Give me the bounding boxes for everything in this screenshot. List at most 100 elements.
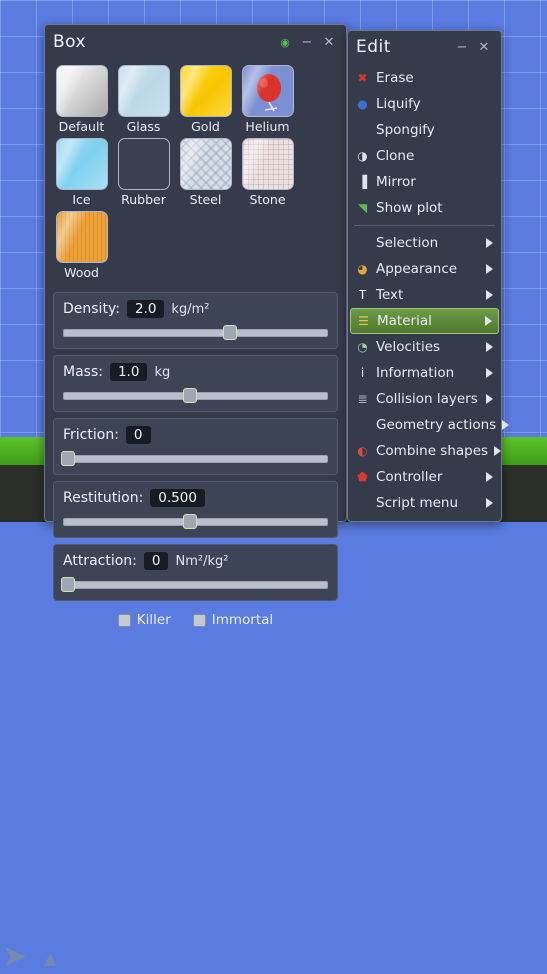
material-label: Glass	[126, 119, 161, 134]
wood-swatch-icon	[55, 211, 108, 263]
property-slider[interactable]	[61, 451, 328, 466]
slider-handle[interactable]	[222, 325, 237, 340]
flag-checkbox-row[interactable]: Killer Immortal	[45, 607, 346, 628]
minimize-button[interactable]: −	[298, 33, 316, 51]
menu-item-label: Collision layers	[376, 391, 478, 407]
menu-item-show-plot[interactable]: ◥ Show plot	[348, 195, 501, 221]
slider-track[interactable]	[63, 581, 328, 589]
slider-handle[interactable]	[183, 388, 198, 403]
checkbox-box-icon[interactable]	[192, 613, 206, 627]
slider-track[interactable]	[63, 329, 328, 337]
menu-item-velocities[interactable]: ◔ Velocities	[348, 334, 501, 360]
property-unit: kg/m²	[171, 301, 210, 317]
close-button[interactable]: ✕	[475, 38, 493, 56]
checkbox-box-icon[interactable]	[117, 613, 131, 627]
material-label: Ice	[72, 192, 91, 207]
property-slider[interactable]	[63, 388, 328, 403]
clone-icon: ◑	[357, 149, 368, 163]
play-arrow-icon[interactable]: ➤	[2, 939, 27, 974]
material-swatch-wood[interactable]: Wood	[55, 211, 108, 280]
minimize-button[interactable]: −	[453, 38, 471, 56]
material-swatch-default[interactable]: Default	[55, 65, 108, 134]
property-label: Mass:	[63, 364, 103, 380]
edit-menu-window[interactable]: Edit − ✕ ✖ Erase ● Liquify Spongify ◑ Clone ▐ Mi…	[347, 30, 510, 522]
stone-swatch-icon	[241, 138, 294, 190]
up-triangle-icon[interactable]: ▲	[44, 949, 56, 968]
property-restitution[interactable]: Restitution: 0.500	[53, 481, 338, 538]
box-window-titlebar[interactable]: Box ◉ − ✕	[45, 25, 346, 59]
property-slider[interactable]	[63, 514, 328, 529]
menu-item-geometry-actions[interactable]: Geometry actions	[348, 412, 510, 438]
material-label: Rubber	[121, 192, 166, 207]
material-swatch-helium[interactable]: Helium	[241, 65, 294, 134]
menu-item-mirror[interactable]: ▐ Mirror	[348, 169, 501, 195]
menu-item-liquify[interactable]: ● Liquify	[348, 91, 501, 117]
menu-item-collision-layers[interactable]: ≣ Collision layers	[348, 386, 501, 412]
material-swatch-stone[interactable]: Stone	[241, 138, 294, 207]
menu-item-label: Controller	[376, 469, 443, 485]
property-friction[interactable]: Friction: 0	[53, 418, 338, 475]
box-properties-window[interactable]: Box ◉ − ✕ Default Glass Gold Helium Ice Rubbe…	[44, 24, 347, 628]
menu-item-erase[interactable]: ✖ Erase	[348, 65, 501, 91]
material-label: Default	[58, 119, 105, 134]
property-value-field[interactable]: 2.0	[126, 300, 165, 318]
menu-item-information[interactable]: i Information	[348, 360, 501, 386]
menu-item-label: Mirror	[376, 174, 416, 190]
physics-properties-list: Density: 2.0 kg/m² Mass: 1.0 kg Friction: 0 Rest…	[45, 288, 346, 601]
menu-item-script-menu[interactable]: Script menu	[348, 490, 501, 516]
menu-item-spongify[interactable]: Spongify	[348, 117, 501, 143]
material-swatch-rubber[interactable]: Rubber	[117, 138, 170, 207]
property-value-field[interactable]: 1.0	[109, 363, 148, 381]
edit-window-title: Edit	[356, 37, 391, 57]
mirror-bars-icon: ▐	[357, 175, 368, 189]
close-button[interactable]: ✕	[320, 33, 338, 51]
submenu-arrow-icon	[485, 316, 492, 326]
palette-icon: ◕	[357, 262, 368, 276]
property-value-field[interactable]: 0	[125, 426, 151, 444]
menu-item-material[interactable]: ☰ Material	[350, 308, 499, 334]
property-attraction[interactable]: Attraction: 0 Nm²/kg²	[53, 544, 338, 601]
edit-window-titlebar[interactable]: Edit − ✕	[348, 31, 501, 63]
checkbox-killer[interactable]: Killer	[117, 612, 171, 628]
menu-item-label: Combine shapes	[376, 443, 489, 459]
property-slider[interactable]	[61, 577, 328, 592]
combine-shapes-icon: ◐	[357, 444, 368, 458]
slider-handle[interactable]	[61, 451, 76, 466]
property-density[interactable]: Density: 2.0 kg/m²	[53, 292, 338, 349]
menu-item-label: Information	[376, 365, 455, 381]
menu-item-label: Text	[376, 287, 404, 303]
material-swatch-grid[interactable]: Default Glass Gold Helium Ice Rubber Steel Ston…	[45, 59, 346, 288]
menu-item-appearance[interactable]: ◕ Appearance	[348, 256, 501, 282]
menu-item-text[interactable]: T Text	[348, 282, 501, 308]
property-value-field[interactable]: 0.500	[150, 489, 205, 507]
edit-menu-list[interactable]: ✖ Erase ● Liquify Spongify ◑ Clone ▐ Mirror ◥ Show…	[348, 63, 510, 518]
menu-item-controller[interactable]: ⬟ Controller	[348, 464, 501, 490]
slider-track[interactable]	[63, 455, 328, 463]
menu-item-label: Show plot	[376, 200, 443, 216]
pin-toggle[interactable]: ◉	[276, 33, 294, 51]
property-value-field[interactable]: 0	[143, 552, 169, 570]
menu-item-selection[interactable]: Selection	[348, 230, 501, 256]
layers-icon: ≣	[357, 392, 368, 406]
checkbox-immortal[interactable]: Immortal	[192, 612, 273, 628]
material-label: Wood	[64, 265, 99, 280]
property-slider[interactable]	[63, 325, 328, 340]
slider-handle[interactable]	[61, 577, 76, 592]
material-label: Steel	[189, 192, 222, 207]
material-swatch-gold[interactable]: Gold	[179, 65, 232, 134]
menu-item-label: Selection	[376, 235, 439, 251]
menu-item-combine-shapes[interactable]: ◐ Combine shapes	[348, 438, 502, 464]
material-swatch-steel[interactable]: Steel	[179, 138, 232, 207]
submenu-arrow-icon	[486, 394, 493, 404]
material-swatch-ice[interactable]: Ice	[55, 138, 108, 207]
property-mass[interactable]: Mass: 1.0 kg	[53, 355, 338, 412]
property-header: Density: 2.0 kg/m²	[63, 300, 328, 318]
menu-item-clone[interactable]: ◑ Clone	[348, 143, 501, 169]
submenu-arrow-icon	[486, 368, 493, 378]
submenu-arrow-icon	[486, 472, 493, 482]
property-label: Attraction:	[63, 553, 137, 569]
material-swatch-glass[interactable]: Glass	[117, 65, 170, 134]
property-header: Attraction: 0 Nm²/kg²	[63, 552, 328, 570]
menu-item-label: Erase	[376, 70, 414, 86]
plot-chart-icon: ◥	[357, 201, 368, 215]
